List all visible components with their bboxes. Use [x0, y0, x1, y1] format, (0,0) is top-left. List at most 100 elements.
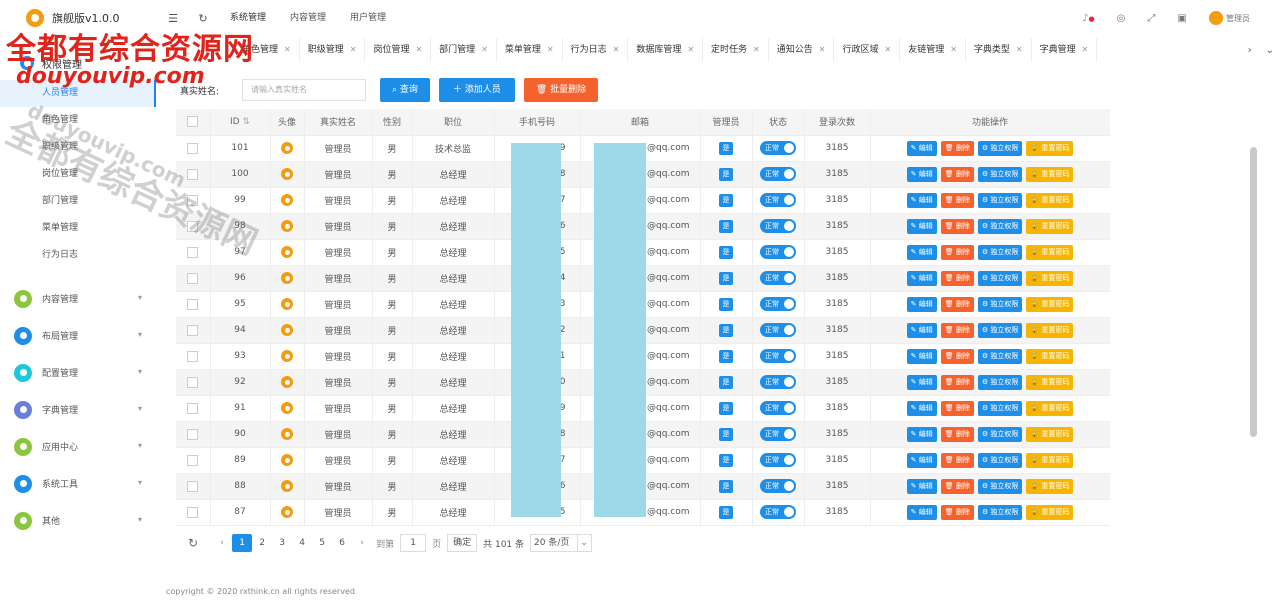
status-toggle[interactable]: 正常: [760, 141, 796, 155]
page-tab[interactable]: 菜单管理 ✕: [496, 38, 563, 62]
edit-button[interactable]: ✎ 编辑: [906, 218, 937, 234]
status-toggle[interactable]: 正常: [760, 245, 796, 259]
page-number[interactable]: 3: [272, 534, 292, 552]
delete-button[interactable]: 🗑 删除: [940, 374, 974, 390]
page-tab[interactable]: 数据库管理 ✕: [628, 38, 704, 62]
status-toggle[interactable]: 正常: [760, 375, 796, 389]
status-toggle[interactable]: 正常: [760, 349, 796, 363]
reset-password-button[interactable]: 🔒 重置密码: [1026, 426, 1074, 442]
edit-button[interactable]: ✎ 编辑: [906, 140, 937, 156]
edit-button[interactable]: ✎ 编辑: [906, 166, 937, 182]
tabs-more-icon[interactable]: ⌄: [1266, 45, 1274, 56]
delete-button[interactable]: 🗑 删除: [940, 296, 974, 312]
page-tab[interactable]: 通知公告 ✕: [768, 38, 835, 62]
tab-content[interactable]: 内容管理: [278, 0, 338, 36]
close-icon[interactable]: ✕: [350, 45, 357, 54]
row-checkbox[interactable]: [187, 272, 199, 284]
row-checkbox[interactable]: [187, 324, 199, 336]
permission-button[interactable]: ⚙ 独立权限: [977, 322, 1023, 338]
permission-button[interactable]: ⚙ 独立权限: [977, 140, 1023, 156]
column-header[interactable]: [176, 109, 211, 136]
page-tab[interactable]: 岗位管理 ✕: [365, 38, 432, 62]
permission-button[interactable]: ⚙ 独立权限: [977, 218, 1023, 234]
notification-icon[interactable]: ♪●: [1082, 13, 1095, 24]
reset-password-button[interactable]: 🔒 重置密码: [1026, 400, 1074, 416]
theme-icon[interactable]: ◎: [1117, 13, 1126, 24]
permission-button[interactable]: ⚙ 独立权限: [977, 400, 1023, 416]
edit-button[interactable]: ✎ 编辑: [906, 244, 937, 260]
page-tab[interactable]: 职级管理 ✕: [299, 38, 366, 62]
row-checkbox[interactable]: [187, 298, 199, 310]
edit-button[interactable]: ✎ 编辑: [906, 270, 937, 286]
close-icon[interactable]: ✕: [1082, 45, 1089, 54]
lock-icon[interactable]: ▣: [1177, 13, 1186, 24]
edit-button[interactable]: ✎ 编辑: [906, 400, 937, 416]
status-toggle[interactable]: 正常: [760, 401, 796, 415]
next-page-icon[interactable]: ›: [352, 538, 372, 548]
menu-toggle-icon[interactable]: ☰: [158, 12, 188, 25]
status-toggle[interactable]: 正常: [760, 193, 796, 207]
close-icon[interactable]: ✕: [415, 45, 422, 54]
page-size-select[interactable]: 20 条/页 ⌄: [530, 534, 592, 552]
permission-button[interactable]: ⚙ 独立权限: [977, 478, 1023, 494]
delete-button[interactable]: 🗑 删除: [940, 218, 974, 234]
row-checkbox[interactable]: [187, 428, 199, 440]
status-toggle[interactable]: 正常: [760, 219, 796, 233]
delete-button[interactable]: 🗑 删除: [940, 504, 974, 520]
sidebar-item[interactable]: 行为日志: [0, 242, 156, 269]
delete-button[interactable]: 🗑 删除: [940, 400, 974, 416]
goto-page-input[interactable]: 1: [400, 534, 427, 552]
status-toggle[interactable]: 正常: [760, 453, 796, 467]
sidebar-category[interactable]: 系统工具 ▾: [0, 465, 156, 502]
refresh-icon[interactable]: ↻: [188, 12, 218, 25]
page-tab[interactable]: 字典类型 ✕: [965, 38, 1032, 62]
reset-password-button[interactable]: 🔒 重置密码: [1026, 504, 1074, 520]
delete-button[interactable]: 🗑 删除: [940, 478, 974, 494]
reset-password-button[interactable]: 🔒 重置密码: [1026, 218, 1074, 234]
reset-password-button[interactable]: 🔒 重置密码: [1026, 348, 1074, 364]
delete-button[interactable]: 🗑 删除: [940, 192, 974, 208]
close-icon[interactable]: ✕: [1016, 45, 1023, 54]
delete-button[interactable]: 🗑 删除: [940, 426, 974, 442]
close-icon[interactable]: ✕: [950, 45, 957, 54]
edit-button[interactable]: ✎ 编辑: [906, 348, 937, 364]
reset-password-button[interactable]: 🔒 重置密码: [1026, 166, 1074, 182]
page-tab[interactable]: 行为日志 ✕: [562, 38, 629, 62]
status-toggle[interactable]: 正常: [760, 271, 796, 285]
status-toggle[interactable]: 正常: [760, 167, 796, 181]
reset-password-button[interactable]: 🔒 重置密码: [1026, 296, 1074, 312]
delete-button[interactable]: 🗑 删除: [940, 244, 974, 260]
sidebar-category[interactable]: 配置管理 ▾: [0, 354, 156, 391]
edit-button[interactable]: ✎ 编辑: [906, 452, 937, 468]
close-icon[interactable]: ✕: [613, 45, 620, 54]
page-tab[interactable]: 部门管理 ✕: [431, 38, 497, 62]
tabs-next-icon[interactable]: ›: [1248, 45, 1252, 56]
close-icon[interactable]: ✕: [547, 45, 554, 54]
status-toggle[interactable]: 正常: [760, 323, 796, 337]
page-tab[interactable]: 字典管理 ✕: [1031, 38, 1098, 62]
fullscreen-icon[interactable]: ⤢: [1147, 13, 1155, 24]
close-icon[interactable]: ✕: [753, 45, 760, 54]
delete-button[interactable]: 🗑 删除: [940, 322, 974, 338]
sidebar-category[interactable]: 应用中心 ▾: [0, 428, 156, 465]
permission-button[interactable]: ⚙ 独立权限: [977, 452, 1023, 468]
goto-confirm-button[interactable]: 确定: [447, 534, 478, 552]
search-input[interactable]: 请输入真实姓名: [242, 79, 366, 101]
sidebar-category[interactable]: 布局管理 ▾: [0, 317, 156, 354]
edit-button[interactable]: ✎ 编辑: [906, 374, 937, 390]
row-checkbox[interactable]: [187, 454, 199, 466]
page-tab[interactable]: 定时任务 ✕: [703, 38, 769, 62]
permission-button[interactable]: ⚙ 独立权限: [977, 192, 1023, 208]
reset-password-button[interactable]: 🔒 重置密码: [1026, 322, 1074, 338]
page-number[interactable]: 5: [312, 534, 332, 552]
close-icon[interactable]: ✕: [481, 45, 488, 54]
query-button[interactable]: ⌕ 查询: [380, 78, 430, 102]
edit-button[interactable]: ✎ 编辑: [906, 504, 937, 520]
page-number[interactable]: 2: [252, 534, 272, 552]
status-toggle[interactable]: 正常: [760, 427, 796, 441]
permission-button[interactable]: ⚙ 独立权限: [977, 348, 1023, 364]
row-checkbox[interactable]: [187, 376, 199, 388]
edit-button[interactable]: ✎ 编辑: [906, 192, 937, 208]
prev-page-icon[interactable]: ‹: [212, 538, 232, 548]
close-icon[interactable]: ✕: [884, 45, 891, 54]
